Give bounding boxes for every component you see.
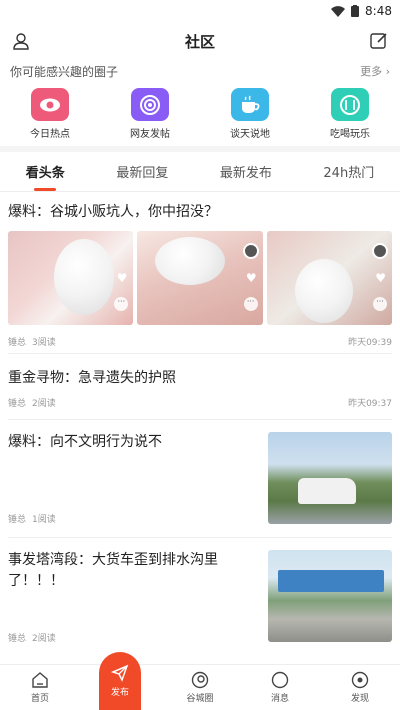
nav-messages[interactable]: 消息 [245,671,315,704]
page-title: 社区 [184,32,215,51]
circle-label: 网友发帖 [130,129,170,140]
circle-label: 谈天说地 [230,129,270,140]
status-bar: 8:48 [0,0,400,22]
circle-label: 今日热点 [30,129,70,140]
feed-list: 爆料：谷城小贩坑人，你中招没？ ♥ ··· ♥ ··· ♥ ··· 锤总 3阅读 [0,192,400,656]
circle-label: 吃喝玩乐 [330,129,370,140]
post-time: 昨天09:39 [348,338,392,348]
heart-icon: ♥ [116,271,128,285]
eye-icon [31,88,69,121]
nav-home[interactable]: 首页 [5,671,75,704]
post-reads: 2阅读 [32,634,56,644]
post-author: 锤总 [8,634,27,644]
post-item[interactable]: 爆料：向不文明行为说不 锤总 1阅读 [8,420,392,538]
post-image[interactable]: ♥ ··· [266,231,392,325]
post-reads: 1阅读 [32,515,56,525]
more-icon: ··· [243,297,258,311]
publish-label: 发布 [110,688,129,698]
top-bar: 社区 [0,22,400,60]
circles-row: 今日热点 网友发帖 谈天说地 吃喝玩乐 [0,82,400,146]
road-sign-shape [278,570,384,592]
circle-item-hot[interactable]: 今日热点 [10,88,90,140]
post-meta: 锤总 2阅读 [8,631,260,644]
avatar [371,243,388,259]
post-image[interactable]: ♥ ··· [8,231,134,325]
nav-label: 谷城圈 [186,694,214,704]
post-meta: 锤总 2阅读 昨天09:37 [8,396,392,409]
tab-24h-hot[interactable]: 24h热门 [319,162,378,181]
wifi-icon [331,5,346,17]
publish-button[interactable]: 发布 [99,652,141,710]
tab-latest-reply[interactable]: 最新回复 [112,162,172,181]
bottom-nav: 首页 谷城圈 消息 发现 [0,664,400,710]
nav-discover[interactable]: 发现 [325,671,395,704]
feed-tabs: 看头条 最新回复 最新发布 24h热门 [0,152,400,192]
edit-icon[interactable] [368,30,390,52]
tab-latest-post[interactable]: 最新发布 [216,162,276,181]
post-meta: 锤总 3阅读 昨天09:39 [8,335,392,348]
post-image[interactable] [268,550,392,642]
avatar [242,243,259,259]
more-icon: ··· [114,297,129,311]
circle-item-chat[interactable]: 谈天说地 [210,88,290,140]
post-title: 重金寻物：急寻遗失的护照 [8,370,176,386]
compass-icon [351,671,369,689]
post-image[interactable]: ♥ ··· [137,231,263,325]
send-icon [111,664,129,682]
message-icon [271,671,289,689]
post-images: ♥ ··· ♥ ··· ♥ ··· [8,231,392,325]
post-item[interactable]: 事发塔湾段：大货车歪到排水沟里了！！！ 锤总 2阅读 [8,538,392,656]
post-author: 锤总 [8,515,27,525]
utensils-icon [331,88,369,121]
status-time: 8:48 [365,4,392,18]
post-title: 爆料：向不文明行为说不 [8,434,162,450]
post-meta: 锤总 1阅读 [8,512,260,525]
circle-item-food[interactable]: 吃喝玩乐 [310,88,390,140]
post-title: 事发塔湾段：大货车歪到排水沟里了！！！ [8,552,218,589]
nav-label: 消息 [270,694,289,704]
nav-label: 首页 [30,694,49,704]
post-item[interactable]: 爆料：谷城小贩坑人，你中招没？ ♥ ··· ♥ ··· ♥ ··· 锤总 3阅读 [8,192,392,354]
post-item[interactable]: 重金寻物：急寻遗失的护照 锤总 2阅读 昨天09:37 [8,354,392,420]
post-image[interactable] [268,432,392,524]
post-time: 昨天09:37 [348,399,392,409]
user-icon[interactable] [10,30,32,52]
heart-icon: ♥ [245,271,257,285]
coffee-icon [231,88,269,121]
more-icon: ··· [372,297,387,311]
circle-icon [191,671,209,689]
tab-headlines[interactable]: 看头条 [22,162,69,191]
post-reads: 3阅读 [32,338,56,348]
nav-label: 发现 [350,694,369,704]
heart-icon: ♥ [375,271,386,285]
circles-header: 你可能感兴趣的圈子 更多 › [0,60,400,82]
post-author: 锤总 [8,338,27,348]
circles-more-link[interactable]: 更多 › [360,63,390,79]
circle-item-posts[interactable]: 网友发帖 [110,88,190,140]
home-icon [32,672,48,688]
car-shape [298,478,356,504]
status-icons: 8:48 [331,4,392,18]
battery-icon [351,5,360,17]
nav-circle[interactable]: 谷城圈 [165,671,235,704]
post-title: 爆料：谷城小贩坑人，你中招没？ [8,204,218,220]
broadcast-icon [131,88,169,121]
post-reads: 2阅读 [32,399,56,409]
post-author: 锤总 [8,399,27,409]
circles-title: 你可能感兴趣的圈子 [10,64,119,79]
